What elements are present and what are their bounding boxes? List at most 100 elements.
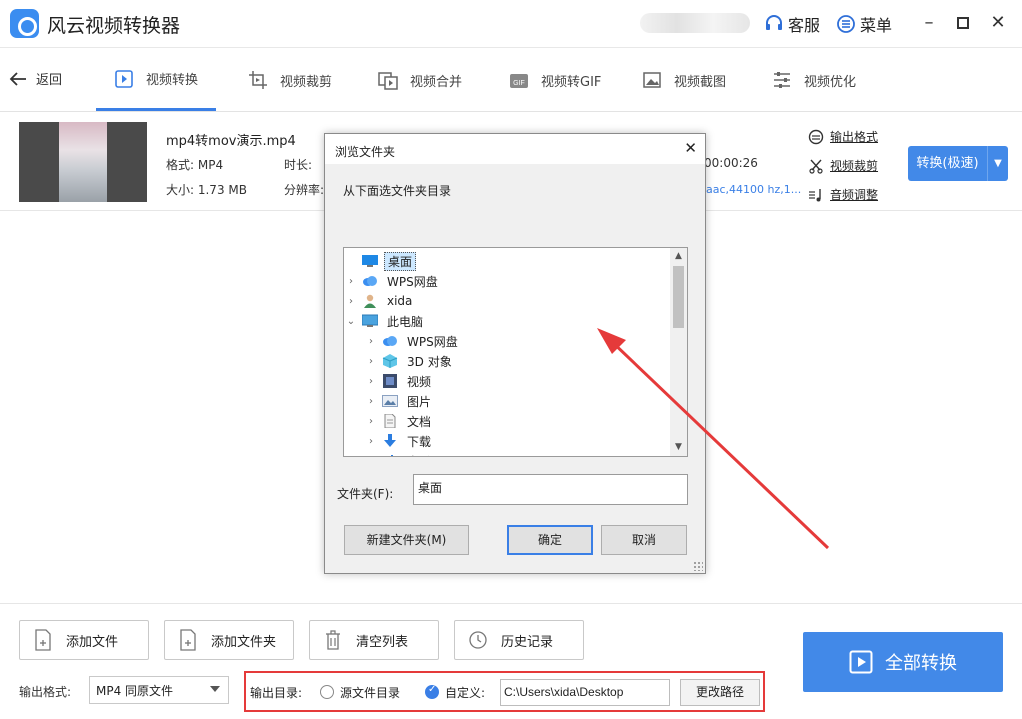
video-crop-option[interactable]: 视频裁剪 [808,157,878,174]
add-file-button[interactable]: 添加文件 [19,620,149,660]
scroll-down-icon[interactable]: ▼ [670,439,687,456]
tab-video-to-gif[interactable]: GIF 视频转GIF [509,49,601,111]
ok-button[interactable]: 确定 [507,525,593,555]
audio-adjust-label: 音频调整 [830,188,879,202]
history-icon [469,631,487,649]
optimize-icon [774,72,790,88]
duration-label: 时长: [284,158,313,172]
tree-scrollbar[interactable]: ▲ ▼ [670,248,687,456]
svg-text:GIF: GIF [513,80,525,87]
video-crop-label: 视频裁剪 [830,159,879,173]
chevron-right-icon[interactable]: › [344,276,358,287]
chevron-right-icon[interactable]: › [364,336,378,347]
new-folder-button[interactable]: 新建文件夹(M) [344,525,469,555]
back-button[interactable]: 返回 [8,69,62,88]
tree-item-pictures[interactable]: › 图片 [364,391,434,411]
chevron-down-icon[interactable]: ⌄ [344,316,358,327]
chevron-right-icon[interactable]: › [364,436,378,447]
chevron-down-icon[interactable]: ▼ [988,146,1008,181]
tree-item-music[interactable]: › 音乐 [364,451,434,457]
dialog-title: 浏览文件夹 [335,145,396,159]
video-convert-icon [115,69,133,88]
add-file-icon [35,629,51,651]
music-icon [391,455,393,456]
tree-item-downloads[interactable]: › 下载 [364,431,434,451]
convert-all-label: 全部转换 [885,653,957,674]
computer-icon [362,314,378,327]
convert-fast-label: 转换(极速) [908,146,988,181]
chevron-right-icon[interactable]: › [364,356,378,367]
tree-item-label: 音乐 [404,453,434,457]
maximize-button[interactable] [950,10,976,36]
dialog-close-button[interactable]: ✕ [684,139,697,157]
tab-label: 视频截图 [674,74,727,90]
screenshot-icon [643,72,661,88]
back-arrow-icon [9,71,26,86]
add-folder-label: 添加文件夹 [211,634,277,650]
file-name: mp4转mov演示.mp4 [166,134,296,149]
scissors-icon [809,159,823,174]
tab-video-crop[interactable]: 视频裁剪 [248,49,332,111]
cancel-button[interactable]: 取消 [601,525,687,555]
output-format-option[interactable]: 输出格式 [808,128,878,145]
output-format-label: 输出格式: [19,685,72,699]
tab-label: 视频裁剪 [280,74,333,90]
tree-item-documents[interactable]: › 文档 [364,411,434,431]
feature-nav: 返回 视频转换 视频裁剪 视频合并 GIF 视频转GIF 视频截图 视频优化 [0,49,1022,112]
convert-fast-button[interactable]: 转换(极速) ▼ [908,146,1008,181]
cube-icon [382,354,398,368]
tree-item-3d-objects[interactable]: › 3D 对象 [364,351,455,371]
title-bar: 风云视频转换器 客服 菜单 – ✕ [0,0,1022,48]
cloud-icon [363,276,377,286]
output-format-select[interactable]: MP4 同原文件 [89,676,229,704]
chevron-right-icon[interactable]: › [364,396,378,407]
dialog-instruction: 从下面选文件夹目录 [343,184,452,198]
tree-item-this-pc[interactable]: ⌄ 此电脑 [344,311,426,331]
tree-item-wps-cloud[interactable]: › WPS网盘 [344,271,441,291]
clear-list-label: 清空列表 [356,634,409,650]
tree-item-wps-cloud-pc[interactable]: › WPS网盘 [364,331,461,351]
minimize-button[interactable]: – [916,10,942,36]
resize-grip-icon[interactable] [693,561,703,571]
video-merge-icon [378,72,398,90]
scroll-up-icon[interactable]: ▲ [670,248,687,265]
user-account-area[interactable] [640,13,750,33]
chevron-right-icon[interactable]: › [344,296,358,307]
cloud-icon [383,336,397,346]
tree-item-videos[interactable]: › 视频 [364,371,434,391]
clear-list-button[interactable]: 清空列表 [309,620,439,660]
video-thumbnail [19,122,147,202]
chevron-right-icon[interactable]: › [364,376,378,387]
add-folder-button[interactable]: 添加文件夹 [164,620,294,660]
chevron-right-icon[interactable]: › [364,456,378,457]
tree-item-desktop[interactable]: 桌面 [344,251,417,271]
tree-item-label: 3D 对象 [407,354,452,369]
tab-video-screenshot[interactable]: 视频截图 [642,49,726,111]
tab-label: 视频转GIF [541,74,602,90]
play-icon [849,650,873,674]
tab-video-merge[interactable]: 视频合并 [378,49,462,111]
scroll-thumb[interactable] [673,266,684,328]
history-button[interactable]: 历史记录 [454,620,584,660]
customer-service-button[interactable]: 客服 [764,12,820,36]
chevron-right-icon[interactable]: › [364,416,378,427]
tab-label: 视频转换 [146,73,199,88]
folder-input[interactable]: 桌面 [413,474,688,505]
output-directory-label: 输出目录: [250,686,303,700]
custom-folder-radio[interactable] [425,684,439,699]
tree-item-user[interactable]: › xida [344,291,415,311]
convert-all-button[interactable]: 全部转换 [803,632,1003,692]
source-folder-radio[interactable] [320,685,334,699]
tab-video-optimize[interactable]: 视频优化 [772,49,856,111]
custom-path-input[interactable]: C:\Users\xida\Desktop [500,679,670,706]
file-format: 格式: MP4 [166,158,224,172]
close-button[interactable]: ✕ [985,10,1011,36]
tab-video-convert[interactable]: 视频转换 [96,49,217,111]
source-folder-label: 源文件目录 [340,686,401,700]
change-path-button[interactable]: 更改路径 [680,679,760,706]
menu-button[interactable]: 菜单 [836,12,892,36]
tree-item-label: 桌面 [384,251,417,271]
audio-adjust-option[interactable]: 音频调整 [808,186,878,203]
folder-tree[interactable]: 桌面 › WPS网盘 › xida ⌄ 此电脑 › WPS网盘 › 3D 对象 [343,247,688,457]
user-icon [364,294,376,308]
